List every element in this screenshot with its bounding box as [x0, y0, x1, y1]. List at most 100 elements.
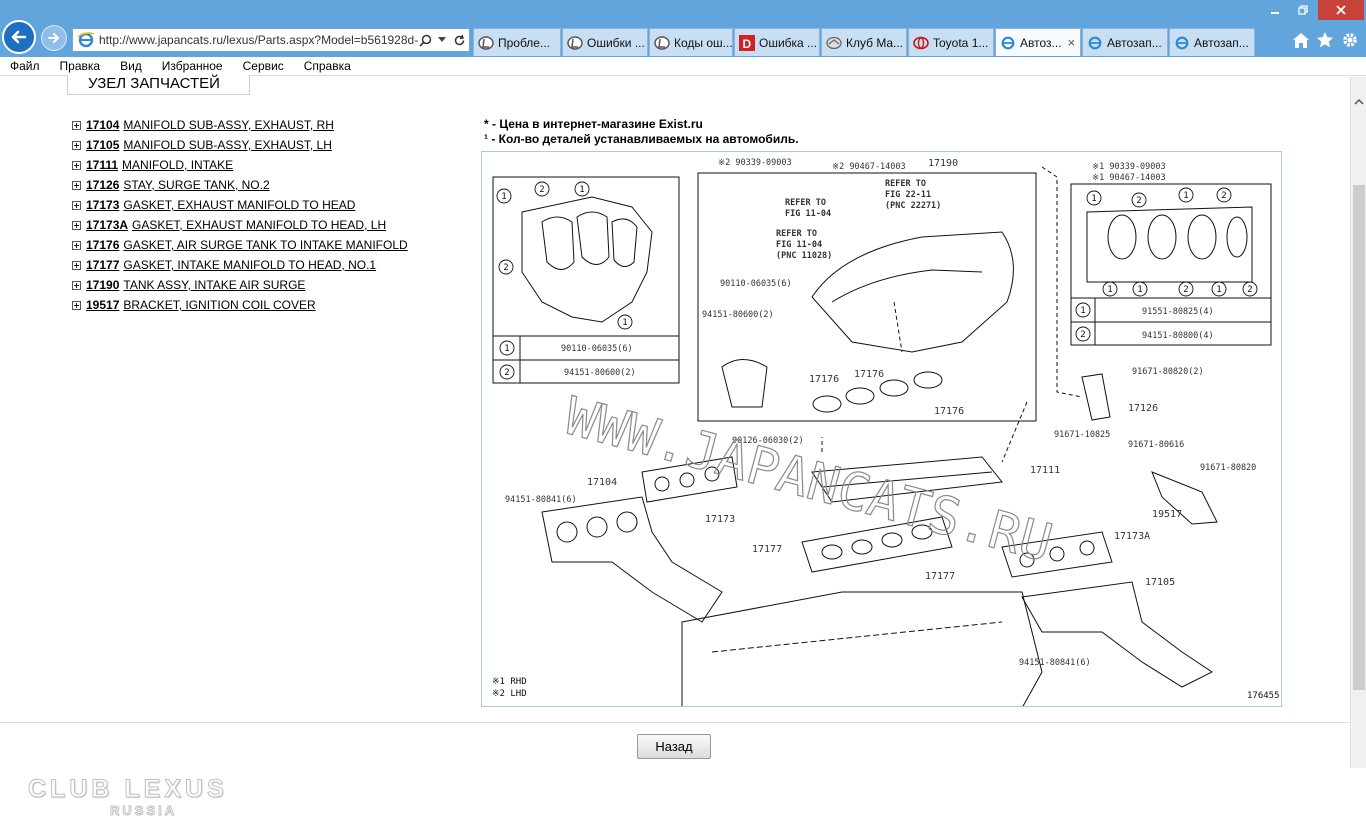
part-label[interactable]: 94151-80600(2) — [564, 368, 636, 378]
part-code[interactable]: 17105 — [86, 138, 119, 152]
expand-icon[interactable] — [72, 240, 81, 250]
part-item[interactable]: 17176 GASKET, AIR SURGE TANK TO INTAKE MA… — [72, 235, 408, 255]
part-label[interactable]: 17176 — [854, 369, 884, 380]
part-label[interactable]: 17126 — [1128, 403, 1158, 414]
part-item[interactable]: 17126 STAY, SURGE TANK, NO.2 — [72, 175, 408, 195]
part-label[interactable]: 91551-80825(4) — [1142, 307, 1214, 317]
part-name[interactable]: GASKET, AIR SURGE TANK TO INTAKE MANIFOL… — [123, 238, 407, 252]
part-name[interactable]: MANIFOLD SUB-ASSY, EXHAUST, RH — [123, 118, 334, 132]
scroll-up-icon[interactable] — [1354, 97, 1364, 107]
tab-1[interactable]: Пробле... — [473, 28, 561, 56]
menu-help[interactable]: Справка — [294, 59, 361, 73]
part-name[interactable]: TANK ASSY, INTAKE AIR SURGE — [123, 278, 305, 292]
expand-icon[interactable] — [72, 280, 81, 290]
part-item[interactable]: 17173 GASKET, EXHAUST MANIFOLD TO HEAD — [72, 195, 408, 215]
minimize-button[interactable] — [1262, 0, 1288, 20]
part-label[interactable]: 90110-06035(6) — [720, 279, 792, 289]
tab-2[interactable]: Ошибки ... — [562, 28, 648, 56]
part-label[interactable]: ※2 90467-14003 — [832, 162, 906, 172]
part-name[interactable]: STAY, SURGE TANK, NO.2 — [123, 178, 269, 192]
part-label[interactable]: ※1 90467-14003 — [1092, 173, 1166, 183]
part-label[interactable]: 17176 — [809, 374, 839, 385]
part-name[interactable]: MANIFOLD SUB-ASSY, EXHAUST, LH — [123, 138, 332, 152]
tab-6[interactable]: Toyota 1... — [908, 28, 994, 56]
part-label[interactable]: 94151-80600(2) — [702, 310, 774, 320]
close-window-button[interactable] — [1318, 0, 1364, 20]
part-name[interactable]: GASKET, EXHAUST MANIFOLD TO HEAD — [123, 198, 355, 212]
part-label[interactable]: 17173A — [1114, 531, 1150, 542]
part-label[interactable]: 91671-80820(2) — [1132, 367, 1204, 377]
tab-4[interactable]: D Ошибка ... — [734, 28, 820, 56]
search-icon[interactable] — [418, 32, 432, 48]
expand-icon[interactable] — [72, 200, 81, 210]
part-name[interactable]: BRACKET, IGNITION COIL COVER — [123, 298, 315, 312]
tab-8[interactable]: Автозап... — [1082, 28, 1168, 56]
parts-diagram[interactable]: 1 2 1 2 1 1 2 1 2 1 2 1 1 2 1 2 1 2 9011… — [481, 151, 1282, 707]
part-item[interactable]: 19517 BRACKET, IGNITION COIL COVER — [72, 295, 408, 315]
part-label[interactable]: 17105 — [1145, 577, 1175, 588]
menu-file[interactable]: Файл — [0, 59, 50, 73]
expand-icon[interactable] — [72, 260, 81, 270]
address-bar[interactable]: http://www.japancats.ru/lexus/Parts.aspx… — [72, 28, 470, 52]
menu-favorites[interactable]: Избранное — [152, 59, 233, 73]
tab-7-active[interactable]: Автоз... × — [995, 28, 1081, 56]
part-code[interactable]: 17190 — [86, 278, 119, 292]
part-item[interactable]: 17177 GASKET, INTAKE MANIFOLD TO HEAD, NO… — [72, 255, 408, 275]
part-item[interactable]: 17111 MANIFOLD, INTAKE — [72, 155, 408, 175]
part-label[interactable]: 17190 — [928, 158, 958, 169]
expand-icon[interactable] — [72, 300, 81, 310]
part-label[interactable]: ※1 90339-09003 — [1092, 162, 1166, 172]
part-code[interactable]: 17177 — [86, 258, 119, 272]
part-label[interactable]: 17111 — [1030, 465, 1060, 476]
menu-view[interactable]: Вид — [110, 59, 152, 73]
favorites-button[interactable] — [1315, 30, 1335, 50]
part-name[interactable]: GASKET, INTAKE MANIFOLD TO HEAD, NO.1 — [123, 258, 376, 272]
part-label[interactable]: 94151-80841(6) — [505, 495, 577, 505]
part-name[interactable]: MANIFOLD, INTAKE — [122, 158, 233, 172]
part-code[interactable]: 17104 — [86, 118, 119, 132]
part-label[interactable]: 17177 — [752, 544, 782, 555]
part-label[interactable]: 91671-10825 — [1054, 430, 1110, 440]
refresh-icon[interactable] — [452, 32, 466, 48]
expand-icon[interactable] — [72, 120, 81, 130]
settings-button[interactable] — [1340, 30, 1360, 50]
part-label[interactable]: 94151-80841(6) — [1019, 658, 1091, 668]
home-button[interactable] — [1291, 30, 1311, 50]
part-label[interactable]: 17104 — [587, 477, 617, 488]
scrollbar-thumb[interactable] — [1353, 185, 1365, 690]
expand-icon[interactable] — [72, 180, 81, 190]
menu-edit[interactable]: Правка — [50, 59, 111, 73]
part-label[interactable]: ※2 90339-09003 — [718, 158, 792, 168]
part-code[interactable]: 17173A — [86, 218, 128, 232]
part-label[interactable]: 91671-80820 — [1200, 463, 1256, 473]
part-label[interactable]: 19517 — [1152, 509, 1182, 520]
part-item[interactable]: 17104 MANIFOLD SUB-ASSY, EXHAUST, RH — [72, 115, 408, 135]
expand-icon[interactable] — [72, 160, 81, 170]
part-label[interactable]: 91671-80616 — [1128, 440, 1184, 450]
vertical-scrollbar[interactable] — [1350, 77, 1366, 768]
menu-tools[interactable]: Сервис — [233, 59, 294, 73]
part-code[interactable]: 17173 — [86, 198, 119, 212]
restore-button[interactable] — [1290, 0, 1316, 20]
expand-icon[interactable] — [72, 220, 81, 230]
part-label[interactable]: 17173 — [705, 514, 735, 525]
part-label[interactable]: 94151-80800(4) — [1142, 331, 1214, 341]
expand-icon[interactable] — [72, 140, 81, 150]
back-page-button[interactable]: Назад — [637, 734, 711, 759]
part-item[interactable]: 17190 TANK ASSY, INTAKE AIR SURGE — [72, 275, 408, 295]
part-label[interactable]: 17176 — [934, 406, 964, 417]
part-label[interactable]: 90110-06035(6) — [561, 344, 633, 354]
part-code[interactable]: 17111 — [86, 158, 118, 172]
part-code[interactable]: 19517 — [86, 298, 119, 312]
back-button[interactable] — [2, 20, 36, 54]
part-item[interactable]: 17173A GASKET, EXHAUST MANIFOLD TO HEAD, … — [72, 215, 408, 235]
forward-button[interactable] — [41, 25, 67, 51]
part-label[interactable]: 17177 — [925, 571, 955, 582]
part-code[interactable]: 17176 — [86, 238, 119, 252]
part-item[interactable]: 17105 MANIFOLD SUB-ASSY, EXHAUST, LH — [72, 135, 408, 155]
tab-5[interactable]: Клуб Ma... — [821, 28, 907, 56]
tab-3[interactable]: Коды ош... — [649, 28, 733, 56]
dropdown-icon[interactable] — [435, 32, 449, 48]
part-code[interactable]: 17126 — [86, 178, 119, 192]
tab-9[interactable]: Автозап... — [1169, 28, 1255, 56]
